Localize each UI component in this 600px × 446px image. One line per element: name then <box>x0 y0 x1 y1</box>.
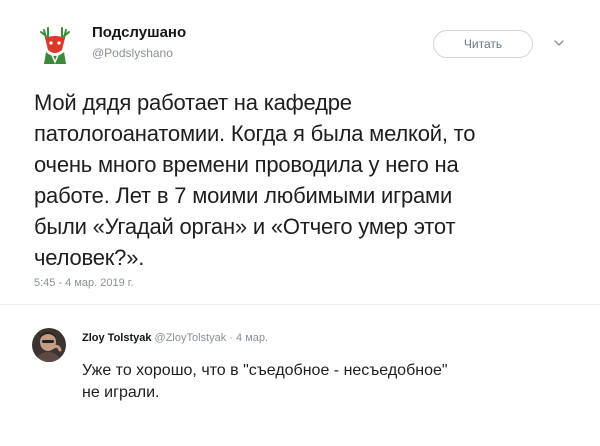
tweet-text-line: работе. Лет в 7 моими любимыми играми <box>34 183 453 208</box>
tweet-text-line: человек?». <box>34 245 145 270</box>
author-handle[interactable]: @Podslyshano <box>92 46 173 60</box>
tweet-text-line: патологоанатомии. Когда я была мелкой, т… <box>34 121 476 146</box>
tweet-text-line: были «Угадай орган» и «Отчего умер этот <box>34 214 456 239</box>
reply-date[interactable]: 4 мар. <box>236 332 268 344</box>
chevron-down-icon[interactable] <box>553 36 565 48</box>
reply-text-line: не играли. <box>82 384 160 401</box>
deer-logo-icon[interactable] <box>32 22 78 68</box>
reply-author-name[interactable]: Zloy Tolstyak <box>82 332 151 344</box>
reply-separator: · <box>229 332 233 344</box>
reply-text-line: Уже то хорошо, что в "съедобное - несъед… <box>82 362 448 379</box>
reply-author-handle[interactable]: @ZloyTolstyak <box>155 332 227 344</box>
main-tweet: Подслушано @Podslyshano Читать Мой дядя … <box>0 0 600 310</box>
tweet-text-line: Мой дядя работает на кафедре <box>34 90 352 115</box>
tweet-text: Мой дядя работает на кафедре патологоана… <box>34 87 584 273</box>
follow-button[interactable]: Читать <box>433 30 533 58</box>
tweet-timestamp[interactable]: 5:45 - 4 мар. 2019 г. <box>34 277 134 289</box>
user-photo-icon[interactable] <box>32 328 66 362</box>
author-name[interactable]: Подслушано <box>92 24 186 41</box>
tweet-text-line: очень много времени проводила у него на <box>34 152 459 177</box>
reply-header: Zloy Tolstyak @ZloyTolstyak · 4 мар. <box>82 332 268 344</box>
reply-tweet: Zloy Tolstyak @ZloyTolstyak · 4 мар. Уже… <box>0 305 600 446</box>
reply-text: Уже то хорошо, что в "съедобное - несъед… <box>82 360 582 404</box>
